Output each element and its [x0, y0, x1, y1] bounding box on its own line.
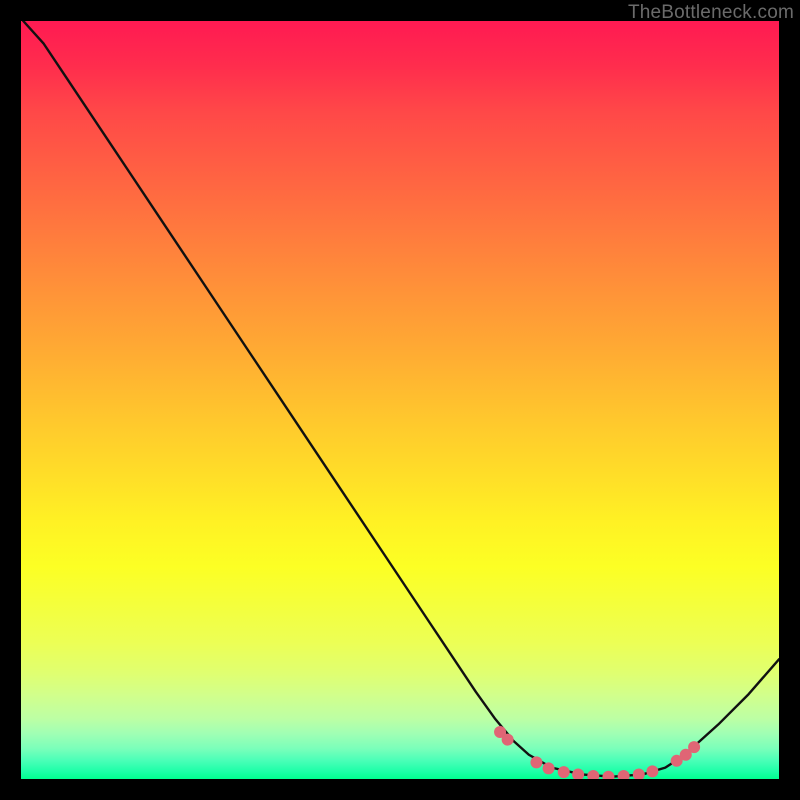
curve-marker [543, 762, 555, 774]
curve-layer [21, 21, 779, 779]
curve-marker [587, 770, 599, 779]
curve-marker [530, 756, 542, 768]
curve-marker [502, 734, 514, 746]
curve-marker [618, 770, 630, 779]
curve-marker [646, 765, 658, 777]
bottleneck-curve [23, 21, 779, 777]
curve-marker [558, 766, 570, 778]
plot-area [21, 21, 779, 779]
curve-marker [602, 771, 614, 779]
chart-frame: TheBottleneck.com [0, 0, 800, 800]
curve-marker [633, 768, 645, 779]
curve-marker [688, 741, 700, 753]
curve-marker [572, 768, 584, 779]
